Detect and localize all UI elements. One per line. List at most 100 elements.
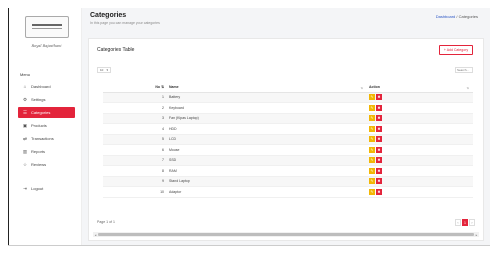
edit-icon[interactable]: ✎: [369, 136, 375, 143]
cell-name: Battery: [167, 92, 367, 103]
sidebar-item-reviews[interactable]: ☆ Reviews: [18, 159, 75, 170]
delete-icon[interactable]: ✖: [376, 104, 382, 111]
column-header-no[interactable]: No ⇅: [103, 83, 167, 93]
sidebar-item-categories[interactable]: ☰ Categories: [18, 107, 75, 118]
sidebar: Royal Rajasthani Menu ⌂ Dashboard ⚙ Setting…: [12, 8, 82, 245]
transactions-icon: ⇄: [23, 135, 27, 141]
bag-icon: ▣: [22, 122, 28, 128]
sidebar-item-products[interactable]: ▣ Products: [18, 120, 75, 131]
cell-name: Keyboard: [167, 102, 367, 114]
table-row: 1 Battery ✎ ✖: [103, 92, 473, 103]
breadcrumb-separator: /: [456, 14, 458, 19]
table-header-row: No ⇅ Name ⇅ Action ⇅: [103, 83, 473, 93]
table-row: 9 Stand Laptop ✎ ✖: [103, 176, 473, 187]
edit-icon[interactable]: ✎: [369, 178, 375, 185]
delete-icon[interactable]: ✖: [376, 125, 382, 132]
delete-icon[interactable]: ✖: [376, 178, 382, 185]
edit-icon[interactable]: ✎: [369, 104, 375, 111]
chevron-down-icon: ▾: [106, 68, 108, 72]
cell-no: 7: [103, 155, 167, 166]
home-icon: ⌂: [23, 84, 27, 89]
delete-icon[interactable]: ✖: [376, 94, 382, 101]
cell-action: ✎ ✖: [367, 92, 473, 103]
column-header-name-label: Name: [169, 85, 179, 90]
horizontal-scrollbar[interactable]: ◂ ▸: [93, 232, 479, 237]
scrollbar-thumb[interactable]: [98, 233, 474, 236]
page-length-select[interactable]: 10 ▾: [97, 67, 111, 73]
cell-no: 3: [103, 113, 167, 124]
categories-table: No ⇅ Name ⇅ Action ⇅ 1 Battery ✎ ✖ 2 Keyboard ✎ ✖…: [103, 83, 473, 198]
cell-no: 9: [103, 176, 167, 187]
window-border-bottom: [8, 245, 490, 246]
page-header: Categories In this page you can manage y…: [82, 8, 490, 36]
sidebar-item-logout[interactable]: ⇥ Logout: [18, 183, 75, 194]
edit-icon[interactable]: ✎: [369, 115, 375, 122]
table-row: 5 LCD ✎ ✖: [103, 134, 473, 145]
table-row: 3 Fan (Kipas Laptop) ✎ ✖: [103, 113, 473, 124]
cell-action: ✎ ✖: [367, 155, 473, 166]
sort-icon: ⇅: [360, 86, 363, 90]
sidebar-item-label: Categories: [31, 110, 51, 115]
sort-icon: ⇅: [161, 85, 164, 90]
menu-spacer: [12, 172, 81, 181]
cell-name: RAM: [167, 165, 367, 177]
cell-name: Mouse: [167, 144, 367, 156]
page-title: Categories: [90, 12, 127, 19]
page-length-value: 10: [100, 68, 104, 72]
search-input[interactable]: [455, 67, 473, 73]
column-header-action[interactable]: Action ⇅: [367, 83, 473, 93]
breadcrumb: Dashboard / Categories: [436, 14, 478, 19]
edit-icon[interactable]: ✎: [369, 125, 375, 132]
card-title: Categories Table: [97, 47, 135, 53]
cell-action: ✎ ✖: [367, 144, 473, 156]
chart-icon: ▥: [22, 148, 28, 154]
breadcrumb-dashboard-link[interactable]: Dashboard: [436, 14, 456, 19]
sidebar-item-reports[interactable]: ▥ Reports: [18, 146, 75, 157]
previous-page-button[interactable]: ‹: [455, 219, 461, 226]
cell-no: 1: [103, 92, 167, 103]
delete-icon[interactable]: ✖: [376, 115, 382, 122]
sidebar-item-label: Reviews: [31, 162, 47, 167]
categories-table-wrap: No ⇅ Name ⇅ Action ⇅ 1 Battery ✎ ✖ 2 Keyboard ✎ ✖…: [103, 83, 473, 198]
add-category-button[interactable]: + Add Category: [439, 45, 473, 55]
cell-no: 4: [103, 123, 167, 135]
edit-icon[interactable]: ✎: [369, 157, 375, 164]
table-row: 6 Mouse ✎ ✖: [103, 144, 473, 156]
column-header-action-label: Action: [369, 85, 380, 90]
scroll-right-icon[interactable]: ▸: [474, 233, 479, 237]
edit-icon[interactable]: ✎: [369, 167, 375, 174]
gear-icon: ⚙: [22, 96, 28, 102]
column-header-no-label: No: [155, 85, 161, 90]
breadcrumb-current: Categories: [458, 14, 478, 19]
sidebar-item-transactions[interactable]: ⇄ Transactions: [18, 133, 75, 144]
table-row: 4 HDD ✎ ✖: [103, 123, 473, 135]
column-header-name[interactable]: Name ⇅: [167, 83, 367, 93]
edit-icon[interactable]: ✎: [369, 146, 375, 153]
delete-icon[interactable]: ✖: [376, 157, 382, 164]
sidebar-item-settings[interactable]: ⚙ Settings: [18, 94, 75, 105]
table-body: 1 Battery ✎ ✖ 2 Keyboard ✎ ✖ 3 Fan (Kipas Laptop)…: [103, 92, 473, 198]
edit-icon[interactable]: ✎: [369, 94, 375, 101]
sidebar-item-label: Reports: [31, 149, 46, 154]
cell-action: ✎ ✖: [367, 134, 473, 145]
sidebar-item-label: Logout: [31, 186, 44, 191]
cell-action: ✎ ✖: [367, 176, 473, 187]
page-1-button[interactable]: 1: [462, 219, 468, 226]
delete-icon[interactable]: ✖: [376, 188, 382, 195]
edit-icon[interactable]: ✎: [369, 188, 375, 195]
sidebar-menu: ⌂ Dashboard ⚙ Settings ☰ Categories ▣ Products ⇄…: [12, 81, 81, 194]
logo[interactable]: [24, 16, 69, 38]
cell-action: ✎ ✖: [367, 113, 473, 124]
delete-icon[interactable]: ✖: [376, 167, 382, 174]
pagination-info: Page 1 of 1: [97, 220, 115, 224]
logo-bar: [31, 24, 62, 26]
sidebar-item-dashboard[interactable]: ⌂ Dashboard: [18, 81, 75, 92]
next-page-button[interactable]: ›: [469, 219, 475, 226]
cell-name: Stand Laptop: [167, 176, 367, 187]
logo-bar: [31, 28, 62, 29]
delete-icon[interactable]: ✖: [376, 136, 382, 143]
list-icon: ☰: [22, 109, 28, 115]
cell-name: LCD: [167, 134, 367, 145]
window-border-left: [8, 8, 9, 246]
delete-icon[interactable]: ✖: [376, 146, 382, 153]
